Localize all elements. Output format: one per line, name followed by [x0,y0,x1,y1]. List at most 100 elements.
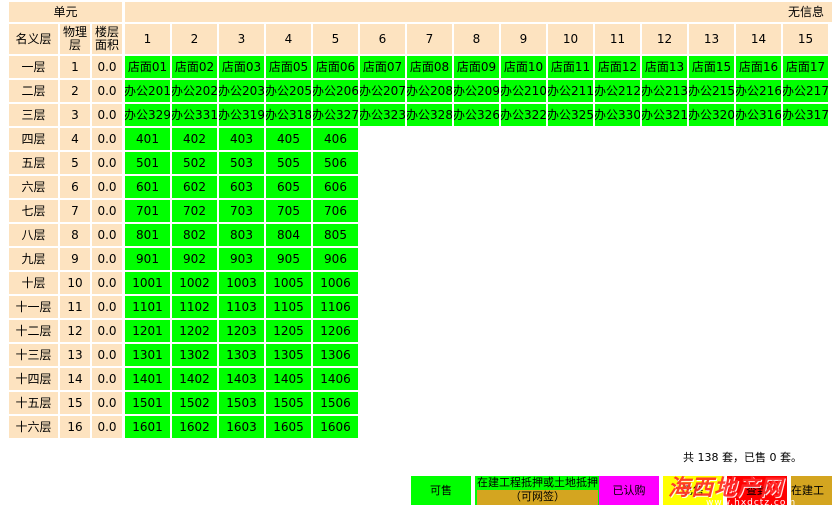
room-cell[interactable]: 办公209 [454,80,499,102]
room-cell[interactable]: 办公321 [642,104,687,126]
room-cell[interactable]: 1206 [313,320,358,342]
room-cell[interactable]: 402 [172,128,217,150]
room-cell[interactable]: 店面10 [501,56,546,78]
room-cell[interactable]: 办公202 [172,80,217,102]
room-cell[interactable]: 1503 [219,392,264,414]
room-cell[interactable]: 606 [313,176,358,198]
room-cell[interactable]: 801 [125,224,170,246]
room-cell[interactable]: 办公323 [360,104,405,126]
room-cell[interactable]: 办公215 [689,80,734,102]
room-cell[interactable]: 店面07 [360,56,405,78]
room-cell[interactable]: 1602 [172,416,217,438]
room-cell[interactable]: 1005 [266,272,311,294]
room-cell[interactable]: 903 [219,248,264,270]
room-cell[interactable]: 办公207 [360,80,405,102]
room-cell[interactable]: 1103 [219,296,264,318]
room-cell[interactable]: 店面03 [219,56,264,78]
room-cell[interactable]: 店面09 [454,56,499,78]
room-cell[interactable]: 1006 [313,272,358,294]
room-cell[interactable]: 803 [219,224,264,246]
room-cell[interactable]: 店面12 [595,56,640,78]
room-cell[interactable]: 办公210 [501,80,546,102]
room-cell[interactable]: 店面08 [407,56,452,78]
room-cell[interactable]: 503 [219,152,264,174]
room-cell[interactable]: 办公208 [407,80,452,102]
room-cell[interactable]: 办公320 [689,104,734,126]
room-cell[interactable]: 506 [313,152,358,174]
room-cell[interactable]: 1401 [125,368,170,390]
room-cell[interactable]: 办公217 [783,80,828,102]
room-cell[interactable]: 1605 [266,416,311,438]
room-cell[interactable]: 办公326 [454,104,499,126]
room-cell[interactable]: 501 [125,152,170,174]
room-cell[interactable]: 804 [266,224,311,246]
room-cell[interactable]: 办公316 [736,104,781,126]
room-cell[interactable]: 905 [266,248,311,270]
room-cell[interactable]: 1403 [219,368,264,390]
room-cell[interactable]: 1306 [313,344,358,366]
room-cell[interactable]: 店面02 [172,56,217,78]
room-cell[interactable]: 办公213 [642,80,687,102]
room-cell[interactable]: 401 [125,128,170,150]
room-cell[interactable]: 1003 [219,272,264,294]
room-cell[interactable]: 1201 [125,320,170,342]
room-cell[interactable]: 办公211 [548,80,593,102]
room-cell[interactable]: 1106 [313,296,358,318]
room-cell[interactable]: 701 [125,200,170,222]
room-cell[interactable]: 办公318 [266,104,311,126]
room-cell[interactable]: 店面13 [642,56,687,78]
room-cell[interactable]: 店面15 [689,56,734,78]
room-cell[interactable]: 705 [266,200,311,222]
room-cell[interactable]: 1603 [219,416,264,438]
room-cell[interactable]: 1402 [172,368,217,390]
room-cell[interactable]: 703 [219,200,264,222]
room-cell[interactable]: 1102 [172,296,217,318]
room-cell[interactable]: 601 [125,176,170,198]
room-cell[interactable]: 901 [125,248,170,270]
room-cell[interactable]: 805 [313,224,358,246]
room-cell[interactable]: 406 [313,128,358,150]
room-cell[interactable]: 1101 [125,296,170,318]
room-cell[interactable]: 办公330 [595,104,640,126]
room-cell[interactable]: 1501 [125,392,170,414]
room-cell[interactable]: 906 [313,248,358,270]
room-cell[interactable]: 502 [172,152,217,174]
room-cell[interactable]: 办公328 [407,104,452,126]
room-cell[interactable]: 办公212 [595,80,640,102]
room-cell[interactable]: 1002 [172,272,217,294]
room-cell[interactable]: 1406 [313,368,358,390]
room-cell[interactable]: 1606 [313,416,358,438]
room-cell[interactable]: 办公329 [125,104,170,126]
room-cell[interactable]: 902 [172,248,217,270]
room-cell[interactable]: 403 [219,128,264,150]
room-cell[interactable]: 603 [219,176,264,198]
room-cell[interactable]: 1305 [266,344,311,366]
room-cell[interactable]: 802 [172,224,217,246]
room-cell[interactable]: 办公205 [266,80,311,102]
room-cell[interactable]: 405 [266,128,311,150]
room-cell[interactable]: 店面17 [783,56,828,78]
room-cell[interactable]: 1302 [172,344,217,366]
room-cell[interactable]: 办公216 [736,80,781,102]
room-cell[interactable]: 办公203 [219,80,264,102]
room-cell[interactable]: 1301 [125,344,170,366]
room-cell[interactable]: 店面16 [736,56,781,78]
room-cell[interactable]: 1202 [172,320,217,342]
room-cell[interactable]: 办公319 [219,104,264,126]
room-cell[interactable]: 店面11 [548,56,593,78]
room-cell[interactable]: 店面05 [266,56,311,78]
room-cell[interactable]: 605 [266,176,311,198]
room-cell[interactable]: 1506 [313,392,358,414]
room-cell[interactable]: 1303 [219,344,264,366]
room-cell[interactable]: 店面01 [125,56,170,78]
room-cell[interactable]: 办公206 [313,80,358,102]
room-cell[interactable]: 店面06 [313,56,358,78]
room-cell[interactable]: 505 [266,152,311,174]
room-cell[interactable]: 702 [172,200,217,222]
room-cell[interactable]: 办公327 [313,104,358,126]
room-cell[interactable]: 办公322 [501,104,546,126]
room-cell[interactable]: 706 [313,200,358,222]
room-cell[interactable]: 1405 [266,368,311,390]
room-cell[interactable]: 办公331 [172,104,217,126]
room-cell[interactable]: 1205 [266,320,311,342]
